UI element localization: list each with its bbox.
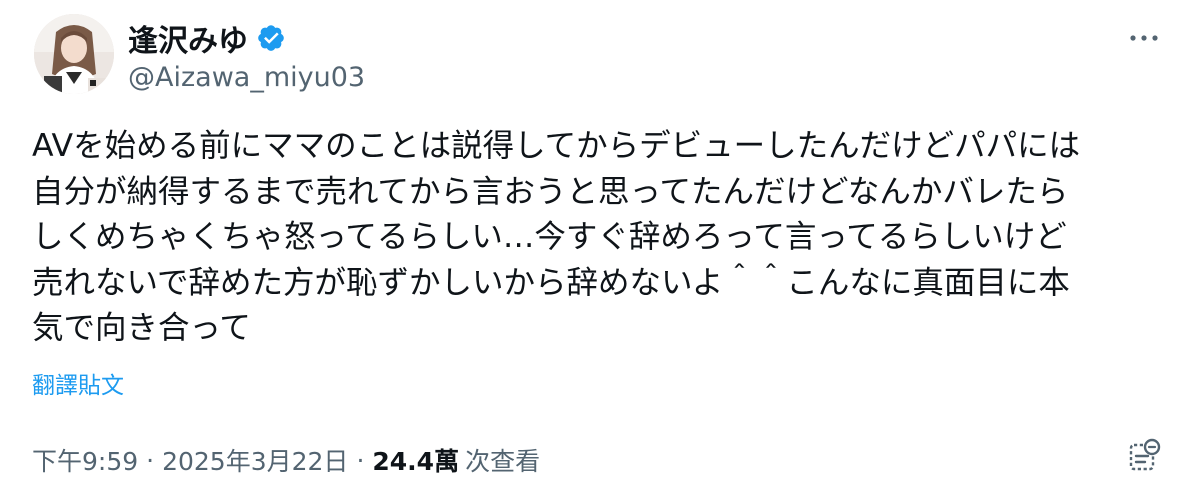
more-horizontal-icon xyxy=(1130,35,1158,41)
more-options-button[interactable] xyxy=(1124,22,1164,54)
author-handle[interactable]: @Aizawa_miyu03 xyxy=(128,58,365,98)
translate-post-link[interactable]: 翻譯貼文 xyxy=(32,366,124,406)
tweet-text-line: 売れないで辞めた方が恥ずかしいから辞めないよ＾＾こんなに真面目に本 xyxy=(32,264,1070,301)
author-name-row: 逢沢みゆ xyxy=(128,16,286,60)
tweet-text-line: 自分が納得するまで売れてから言おうと思ってたんだけどなんかバレたら xyxy=(32,173,1069,210)
meta-separator: · xyxy=(356,445,365,475)
tweet-text-line: しくめちゃくちゃ怒ってるらしい…今すぐ辞めろって言ってるらしいけど xyxy=(32,219,1067,255)
tweet-date[interactable]: 2025年3月22日 xyxy=(162,442,348,478)
tweet-text-line: AVを始める前にママのことは説得してからデビューしたんだけどパパには xyxy=(32,128,1081,164)
tweet-card: 逢沢みゆ @Aizawa_miyu03 AVを始める前にママのことは説得してから… xyxy=(0,0,1182,494)
grok-explain-button[interactable] xyxy=(1124,434,1166,476)
verified-badge-icon[interactable] xyxy=(256,23,286,53)
grok-explain-icon xyxy=(1129,438,1161,471)
views-count: 24.4萬 xyxy=(372,447,460,476)
avatar-image xyxy=(34,14,114,94)
tweet-time[interactable]: 下午9:59 xyxy=(32,442,138,478)
tweet-text-line: 気で向き合って xyxy=(32,310,251,346)
tweet-meta: 下午9:59 · 2025年3月22日 · 24.4萬 次查看 xyxy=(32,440,540,480)
meta-separator: · xyxy=(146,445,155,475)
avatar[interactable] xyxy=(34,14,114,94)
author-display-name[interactable]: 逢沢みゆ xyxy=(128,16,248,60)
tweet-text: AVを始める前にママのことは説得してからデビューしたんだけどパパには 自分が納得す… xyxy=(32,124,1157,352)
views-label: 次查看 xyxy=(465,447,541,476)
